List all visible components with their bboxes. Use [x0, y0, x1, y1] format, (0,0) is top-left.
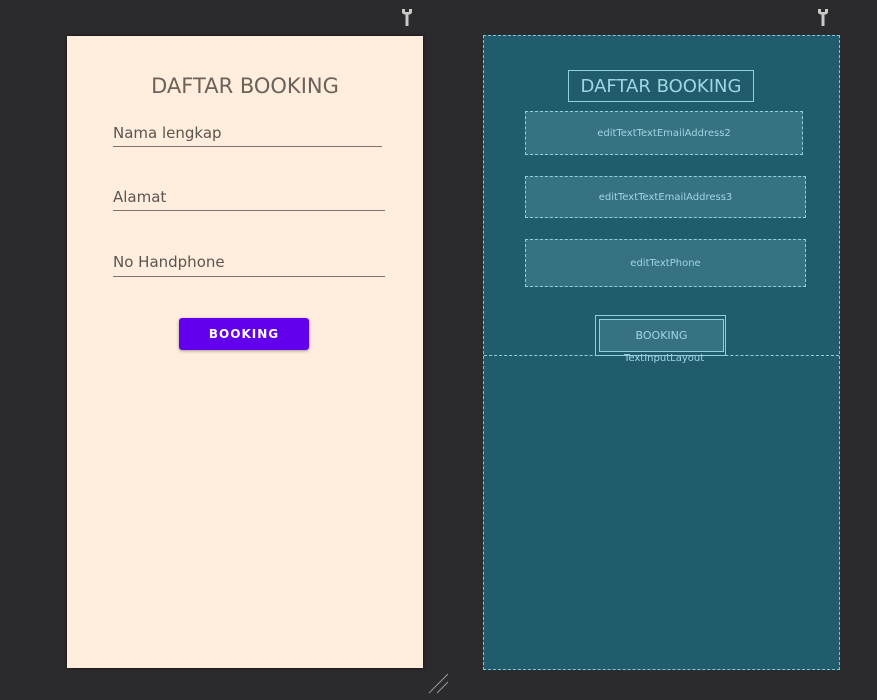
phone-field-hint: No Handphone [113, 253, 225, 271]
blueprint-phone-field[interactable]: editTextPhone [525, 239, 806, 287]
address-field-underline [113, 210, 385, 211]
wrench-icon[interactable] [816, 7, 830, 27]
address-field-hint: Alamat [113, 188, 167, 206]
phone-field[interactable]: No Handphone [113, 253, 385, 277]
blueprint-text-input-layout[interactable] [484, 355, 839, 670]
blueprint-email3-field[interactable]: editTextTextEmailAddress3 [525, 176, 806, 218]
name-field[interactable]: Nama lengkap [113, 124, 383, 148]
page-title: DAFTAR BOOKING [151, 74, 339, 98]
blueprint-booking-button[interactable]: BOOKING [599, 319, 724, 352]
name-field-hint: Nama lengkap [113, 124, 222, 142]
name-field-underline [113, 146, 382, 147]
blueprint-email2-field[interactable]: editTextTextEmailAddress2 [525, 111, 803, 155]
resize-handle-icon[interactable] [427, 672, 451, 696]
blueprint-preview[interactable]: DAFTAR BOOKING editTextTextEmailAddress2… [483, 35, 840, 670]
phone-field-underline [113, 276, 385, 277]
blueprint-layout-label: TextInputLayout [624, 353, 705, 364]
wrench-icon[interactable] [400, 7, 414, 27]
blueprint-title[interactable]: DAFTAR BOOKING [568, 70, 754, 102]
design-preview[interactable]: DAFTAR BOOKING Nama lengkap Alamat No Ha… [67, 36, 423, 668]
booking-button[interactable]: BOOKING [179, 318, 309, 350]
address-field[interactable]: Alamat [113, 188, 385, 212]
